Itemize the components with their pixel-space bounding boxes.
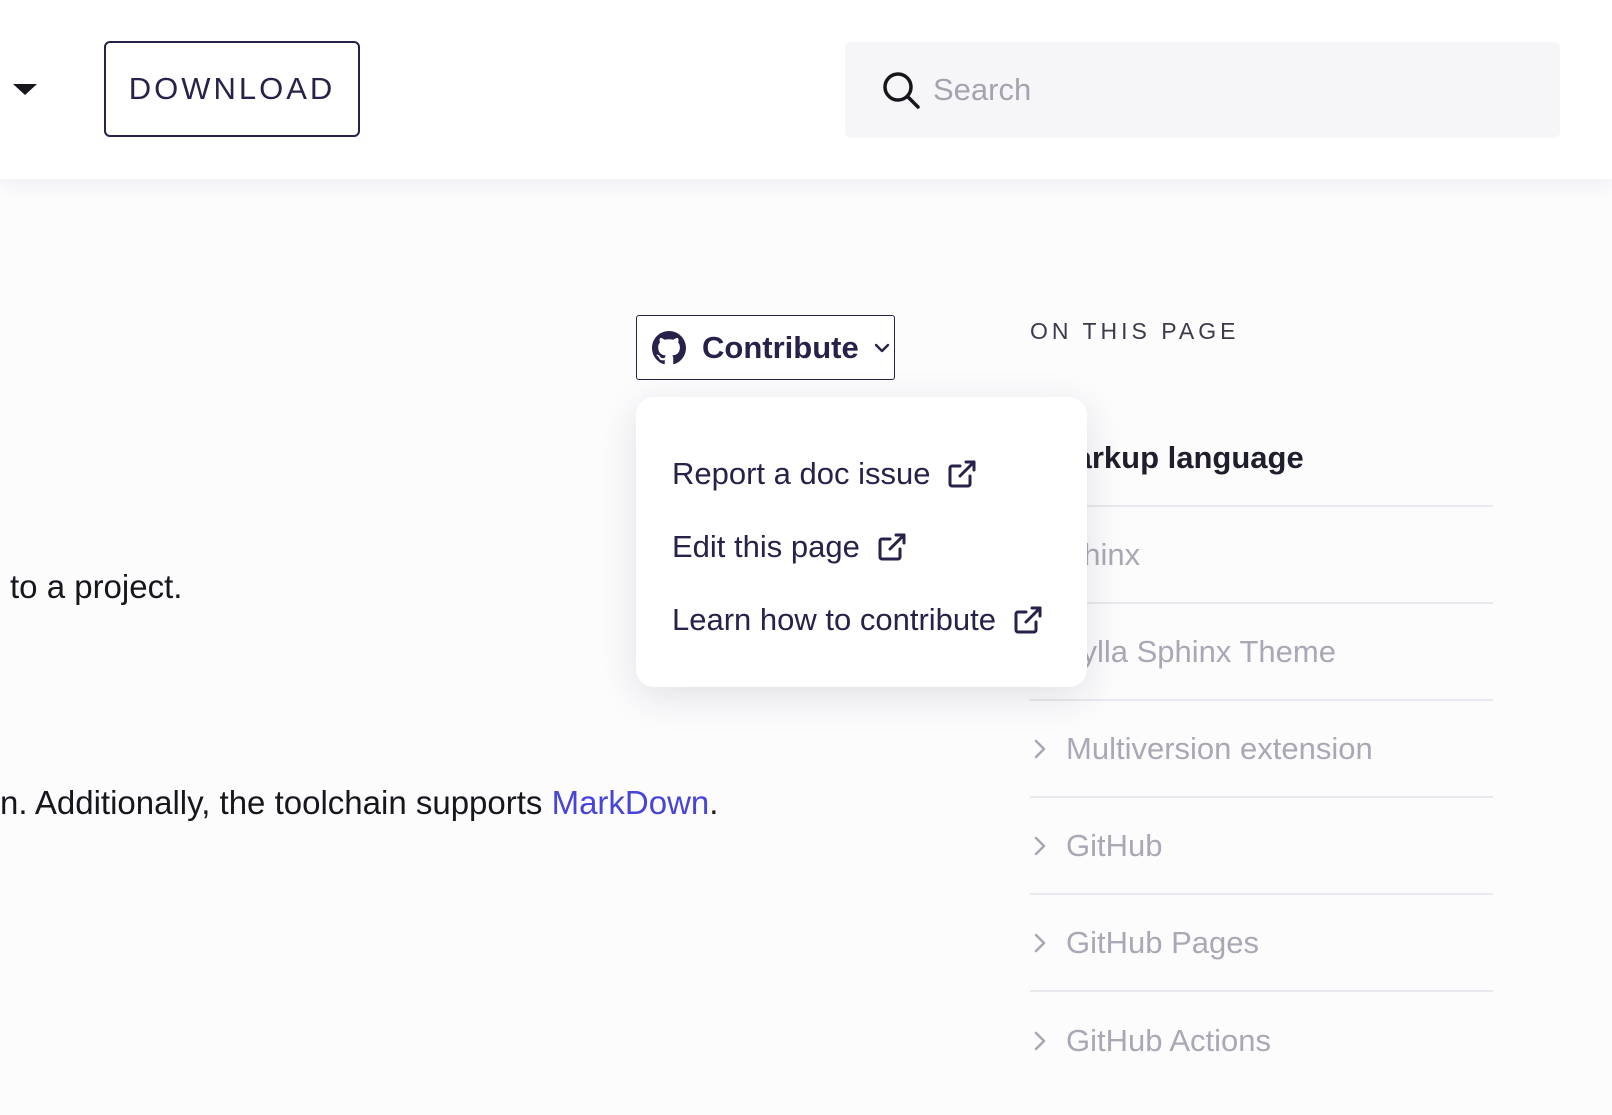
paragraph-text-prefix: n. Additionally, the toolchain supports bbox=[0, 784, 552, 821]
external-link-icon bbox=[1014, 606, 1042, 634]
toc-title: ON THIS PAGE bbox=[1030, 318, 1240, 344]
external-link-icon bbox=[878, 533, 906, 561]
toc-item-label: Multiversion extension bbox=[1066, 730, 1373, 766]
chevron-right-icon bbox=[1034, 739, 1046, 758]
toc-item-github-actions[interactable]: GitHub Actions bbox=[1030, 992, 1493, 1089]
chevron-right-icon bbox=[1034, 1031, 1046, 1050]
search-input[interactable] bbox=[933, 62, 1533, 118]
search-box[interactable] bbox=[845, 42, 1560, 138]
contribute-label: Contribute bbox=[702, 329, 859, 365]
markdown-link[interactable]: MarkDown bbox=[552, 784, 710, 821]
toc-item-scylla-sphinx-theme[interactable]: cylla Sphinx Theme bbox=[1030, 604, 1493, 701]
menu-item-label: Report a doc issue bbox=[672, 456, 931, 491]
chevron-right-icon bbox=[1034, 933, 1046, 952]
menu-item-label: Learn how to contribute bbox=[672, 602, 996, 637]
dropdown-caret-icon[interactable] bbox=[13, 84, 37, 95]
menu-item-report-doc-issue[interactable]: Report a doc issue bbox=[672, 449, 978, 499]
menu-item-edit-page[interactable]: Edit this page bbox=[672, 522, 908, 572]
toc-item-label: GitHub bbox=[1066, 827, 1163, 863]
toc-item-github-pages[interactable]: GitHub Pages bbox=[1030, 895, 1493, 992]
toc-item-github[interactable]: GitHub bbox=[1030, 798, 1493, 895]
toc-item-markup-language[interactable]: larkup language bbox=[1030, 410, 1493, 507]
toc-item-sphinx[interactable]: phinx bbox=[1030, 507, 1493, 604]
toc-item-label: GitHub Pages bbox=[1066, 924, 1259, 960]
chevron-right-icon bbox=[1034, 836, 1046, 855]
paragraph-text: to a project. bbox=[10, 568, 183, 605]
github-icon bbox=[652, 330, 686, 364]
chevron-down-icon bbox=[874, 343, 889, 352]
paragraph-text-suffix: . bbox=[709, 784, 719, 821]
toc-item-label: cylla Sphinx Theme bbox=[1066, 633, 1336, 669]
contribute-dropdown-menu: Report a doc issue Edit this page Learn … bbox=[636, 397, 1087, 687]
paragraph-text: n. Additionally, the toolchain supports … bbox=[0, 784, 718, 822]
menu-item-learn-contribute[interactable]: Learn how to contribute bbox=[672, 595, 1044, 645]
contribute-button[interactable]: Contribute bbox=[636, 315, 895, 380]
menu-item-label: Edit this page bbox=[672, 529, 860, 564]
toc-item-label: GitHub Actions bbox=[1066, 1022, 1272, 1058]
search-icon bbox=[883, 72, 920, 109]
toc-item-multiversion-extension[interactable]: Multiversion extension bbox=[1030, 701, 1493, 798]
toc-item-label: larkup language bbox=[1066, 439, 1304, 475]
download-button[interactable]: DOWNLOAD bbox=[104, 41, 360, 137]
external-link-icon bbox=[948, 460, 976, 488]
top-header: DOWNLOAD bbox=[0, 0, 1612, 179]
